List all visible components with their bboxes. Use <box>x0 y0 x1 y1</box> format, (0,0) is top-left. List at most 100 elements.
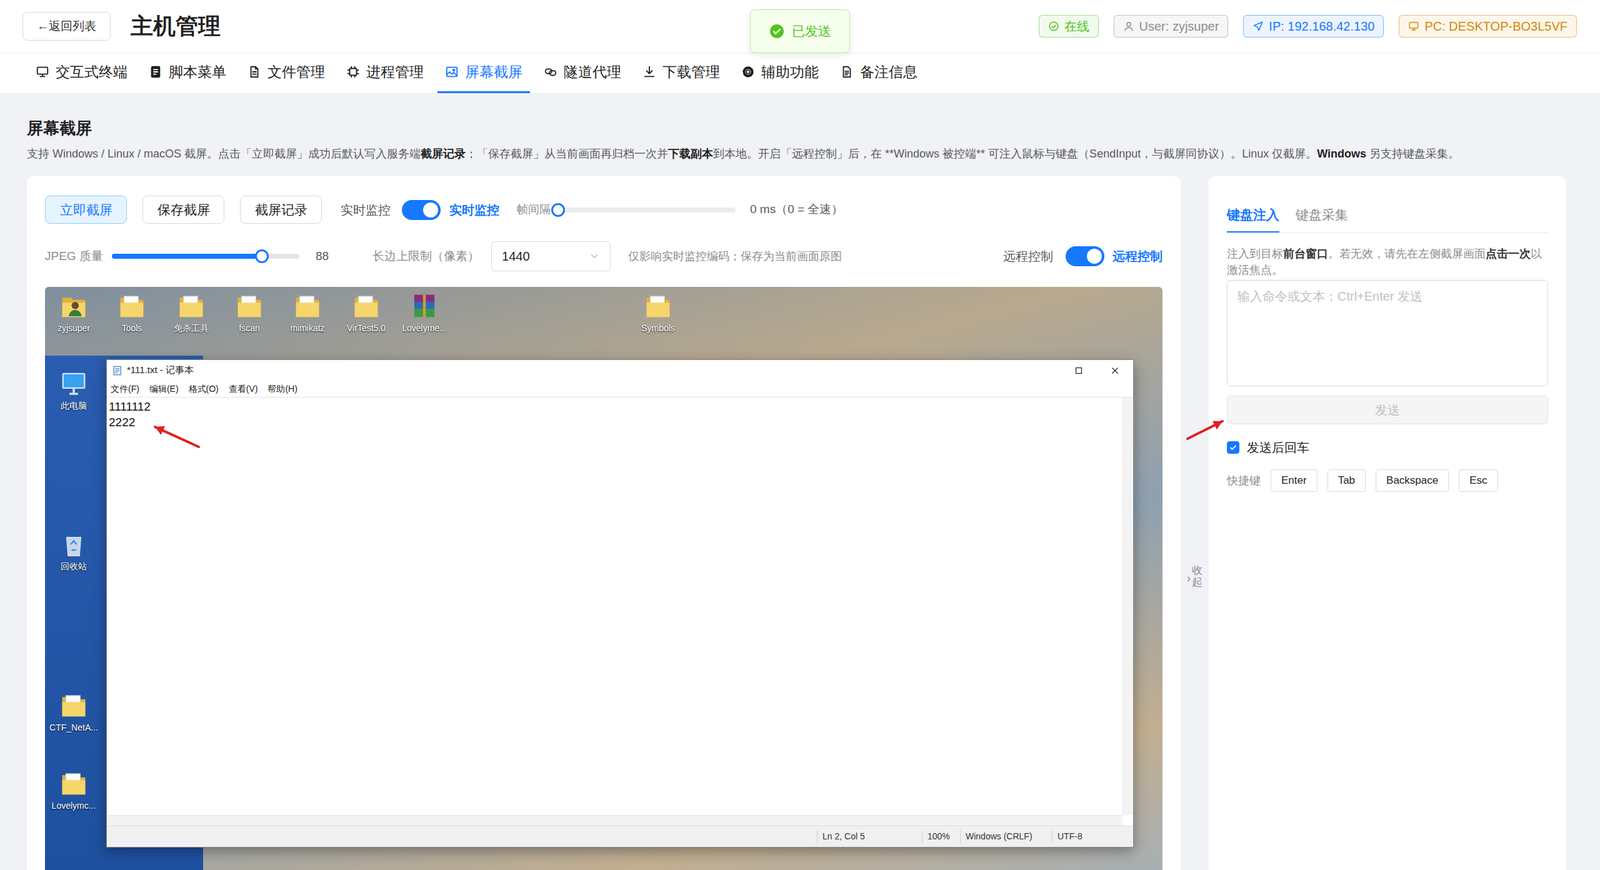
folder-icon <box>117 291 147 321</box>
notepad-menu: 文件(F) 编辑(E) 格式(O) 查看(V) 帮助(H) <box>106 380 1134 397</box>
close-button[interactable] <box>1096 360 1134 381</box>
desktop-icon[interactable]: CTF_NetA... <box>45 691 102 734</box>
remote-toggle <box>1065 246 1105 267</box>
module-tab[interactable]: 屏幕截屏 <box>437 52 530 94</box>
menu-item[interactable]: 帮助(H) <box>266 382 299 396</box>
notepad-icon <box>111 365 124 377</box>
tab-label: 隧道代理 <box>563 61 622 84</box>
monitor-toggle <box>401 200 441 220</box>
toggle-switch[interactable] <box>1065 246 1105 267</box>
desktop-icon[interactable]: 免杀工具 <box>163 291 220 334</box>
close-icon <box>1109 365 1121 377</box>
text-line: 2222 <box>108 414 1123 430</box>
panels: 立即截屏保存截屏截屏记录实时监控实时监控帧间隔0 ms（0 = 全速）JPEG … <box>26 176 1567 870</box>
shortcut-key[interactable]: Backspace <box>1375 469 1449 492</box>
description-part: 到本地。开启「远程控制」后，在 **Windows 被控端** 可注入鼠标与键盘… <box>713 147 1317 160</box>
button-label: 保存截屏 <box>157 202 210 217</box>
tab-label: 脚本菜单 <box>168 61 227 84</box>
keyboard-panel: 键盘注入键盘采集注入到目标前台窗口。若无效，请先在左侧截屏画面点击一次以激活焦点… <box>1208 176 1567 870</box>
status-item: UTF-8 <box>1051 830 1134 844</box>
menu-item[interactable]: 编辑(E) <box>148 382 180 396</box>
toolbar-button[interactable]: 截屏记录 <box>240 195 322 224</box>
monitor-state: 实时监控 <box>449 200 500 220</box>
monitor-label: 实时监控 <box>340 200 391 220</box>
collapse-toggle[interactable]: ›收起 <box>1186 565 1203 597</box>
toggle-switch[interactable] <box>401 200 441 220</box>
module-tab[interactable]: 备注信息 <box>832 52 925 94</box>
page-title: 主机管理 <box>130 9 221 44</box>
desktop-icon[interactable]: fscan <box>221 291 278 334</box>
desktop-icon-label: Lovelymc... <box>51 800 97 812</box>
module-tab[interactable]: 进程管理 <box>338 52 432 94</box>
slider-track[interactable] <box>558 207 736 213</box>
notepad-body: 11111122222 <box>106 396 1134 815</box>
desktop-icon-label: Symbols <box>641 323 675 334</box>
desktop-icon[interactable]: mimikatz <box>279 291 336 334</box>
remote-label: 远程控制 <box>1003 246 1054 266</box>
module-tab[interactable]: 辅助功能 <box>733 52 827 94</box>
folder-icon <box>351 291 381 321</box>
module-tab[interactable]: 文件管理 <box>240 52 333 94</box>
interval-reading: 0 ms（0 = 全速） <box>750 200 844 219</box>
desktop-icon-label: Tools <box>121 323 143 334</box>
desktop-icon[interactable]: Lovelyme... <box>396 291 453 334</box>
back-button[interactable]: ←返回列表 <box>22 11 111 41</box>
image-icon <box>445 65 459 79</box>
user-folder-icon <box>59 291 89 321</box>
desktop-icon[interactable]: 回收站 <box>45 530 102 572</box>
module-tab[interactable]: 下载管理 <box>635 52 728 94</box>
shortcut-key[interactable]: Enter <box>1270 469 1318 492</box>
desktop-icon-label: fscan <box>238 323 260 334</box>
desktop-icon[interactable]: Lovelymc... <box>45 769 102 812</box>
checkbox[interactable] <box>1226 441 1240 454</box>
badge-list: 在线User: zyjsuperIP: 192.168.42.130PC: DE… <box>1038 15 1577 38</box>
module-tab[interactable]: 隧道代理 <box>536 52 629 94</box>
shortcut-key[interactable]: Tab <box>1327 469 1366 492</box>
jpeg-slider[interactable] <box>111 253 300 259</box>
remote-screen[interactable]: zyjsuper Tools 免杀工具 fscan mimikatzVirTest5.0… <box>45 286 1163 870</box>
panel-tab[interactable]: 键盘采集 <box>1295 195 1349 233</box>
menu-item[interactable]: 查看(V) <box>227 382 260 396</box>
slider-handle[interactable] <box>255 249 269 264</box>
panel-tab-label: 键盘采集 <box>1295 207 1349 222</box>
send-button[interactable]: 发送 <box>1226 395 1549 425</box>
collapse-handle[interactable]: ›收起 <box>1180 176 1209 870</box>
vertical-scrollbar[interactable] <box>1122 397 1134 815</box>
badge-text: IP: 192.168.42.130 <box>1268 16 1375 36</box>
status-item: 100% <box>921 830 960 844</box>
desktop-icon-label: 回收站 <box>60 561 87 572</box>
module-tab[interactable]: 脚本菜单 <box>141 52 234 94</box>
enter-after-send[interactable]: 发送后回车 <box>1226 438 1549 457</box>
notepad-editor[interactable]: 11111122222 <box>106 397 1123 815</box>
menu-item[interactable]: 格式(O) <box>187 382 220 396</box>
button-label: 截屏记录 <box>255 202 308 217</box>
panel-tab[interactable]: 键盘注入 <box>1226 195 1280 233</box>
max-edge-select[interactable]: 1440 <box>491 241 611 272</box>
module-tab[interactable]: 交互式终端 <box>28 52 135 94</box>
toolbar-button[interactable]: 立即截屏 <box>45 195 127 224</box>
command-input[interactable] <box>1226 280 1549 387</box>
menu-item[interactable]: 文件(F) <box>109 382 141 396</box>
maximize-button[interactable] <box>1060 360 1097 381</box>
status-badge: User: zyjsuper <box>1113 15 1229 38</box>
desktop-icon[interactable]: zyjsuper <box>45 291 102 334</box>
toolbar-button[interactable]: 保存截屏 <box>142 195 225 224</box>
hint-part: 。若无效，请先在左侧截屏画面 <box>1328 247 1486 260</box>
jpeg-reading: 88 <box>315 247 329 266</box>
tab-label: 文件管理 <box>267 61 325 84</box>
script-icon <box>148 65 163 79</box>
horizontal-scrollbar[interactable] <box>106 815 1123 826</box>
desktop-icon[interactable]: 此电脑 <box>45 369 102 412</box>
hint-part: 注入到目标 <box>1226 247 1284 260</box>
desktop-icon[interactable]: VirTest5.0 <box>338 291 395 334</box>
desktop-icon[interactable]: Symbols <box>630 291 687 334</box>
switch-knob <box>1086 248 1102 264</box>
shortcut-row: 快捷键EnterTabBackspaceEsc <box>1226 469 1549 492</box>
desktop-icon[interactable]: Tools <box>103 291 160 334</box>
slider-track[interactable] <box>111 253 300 259</box>
slider-handle[interactable] <box>551 203 565 217</box>
description-part: ；「保存截屏」从当前画面再归档一次并 <box>465 147 669 160</box>
interval-slider[interactable] <box>558 207 736 213</box>
description-part: 另支持键盘采集。 <box>1366 147 1460 160</box>
shortcut-key[interactable]: Esc <box>1458 469 1498 492</box>
